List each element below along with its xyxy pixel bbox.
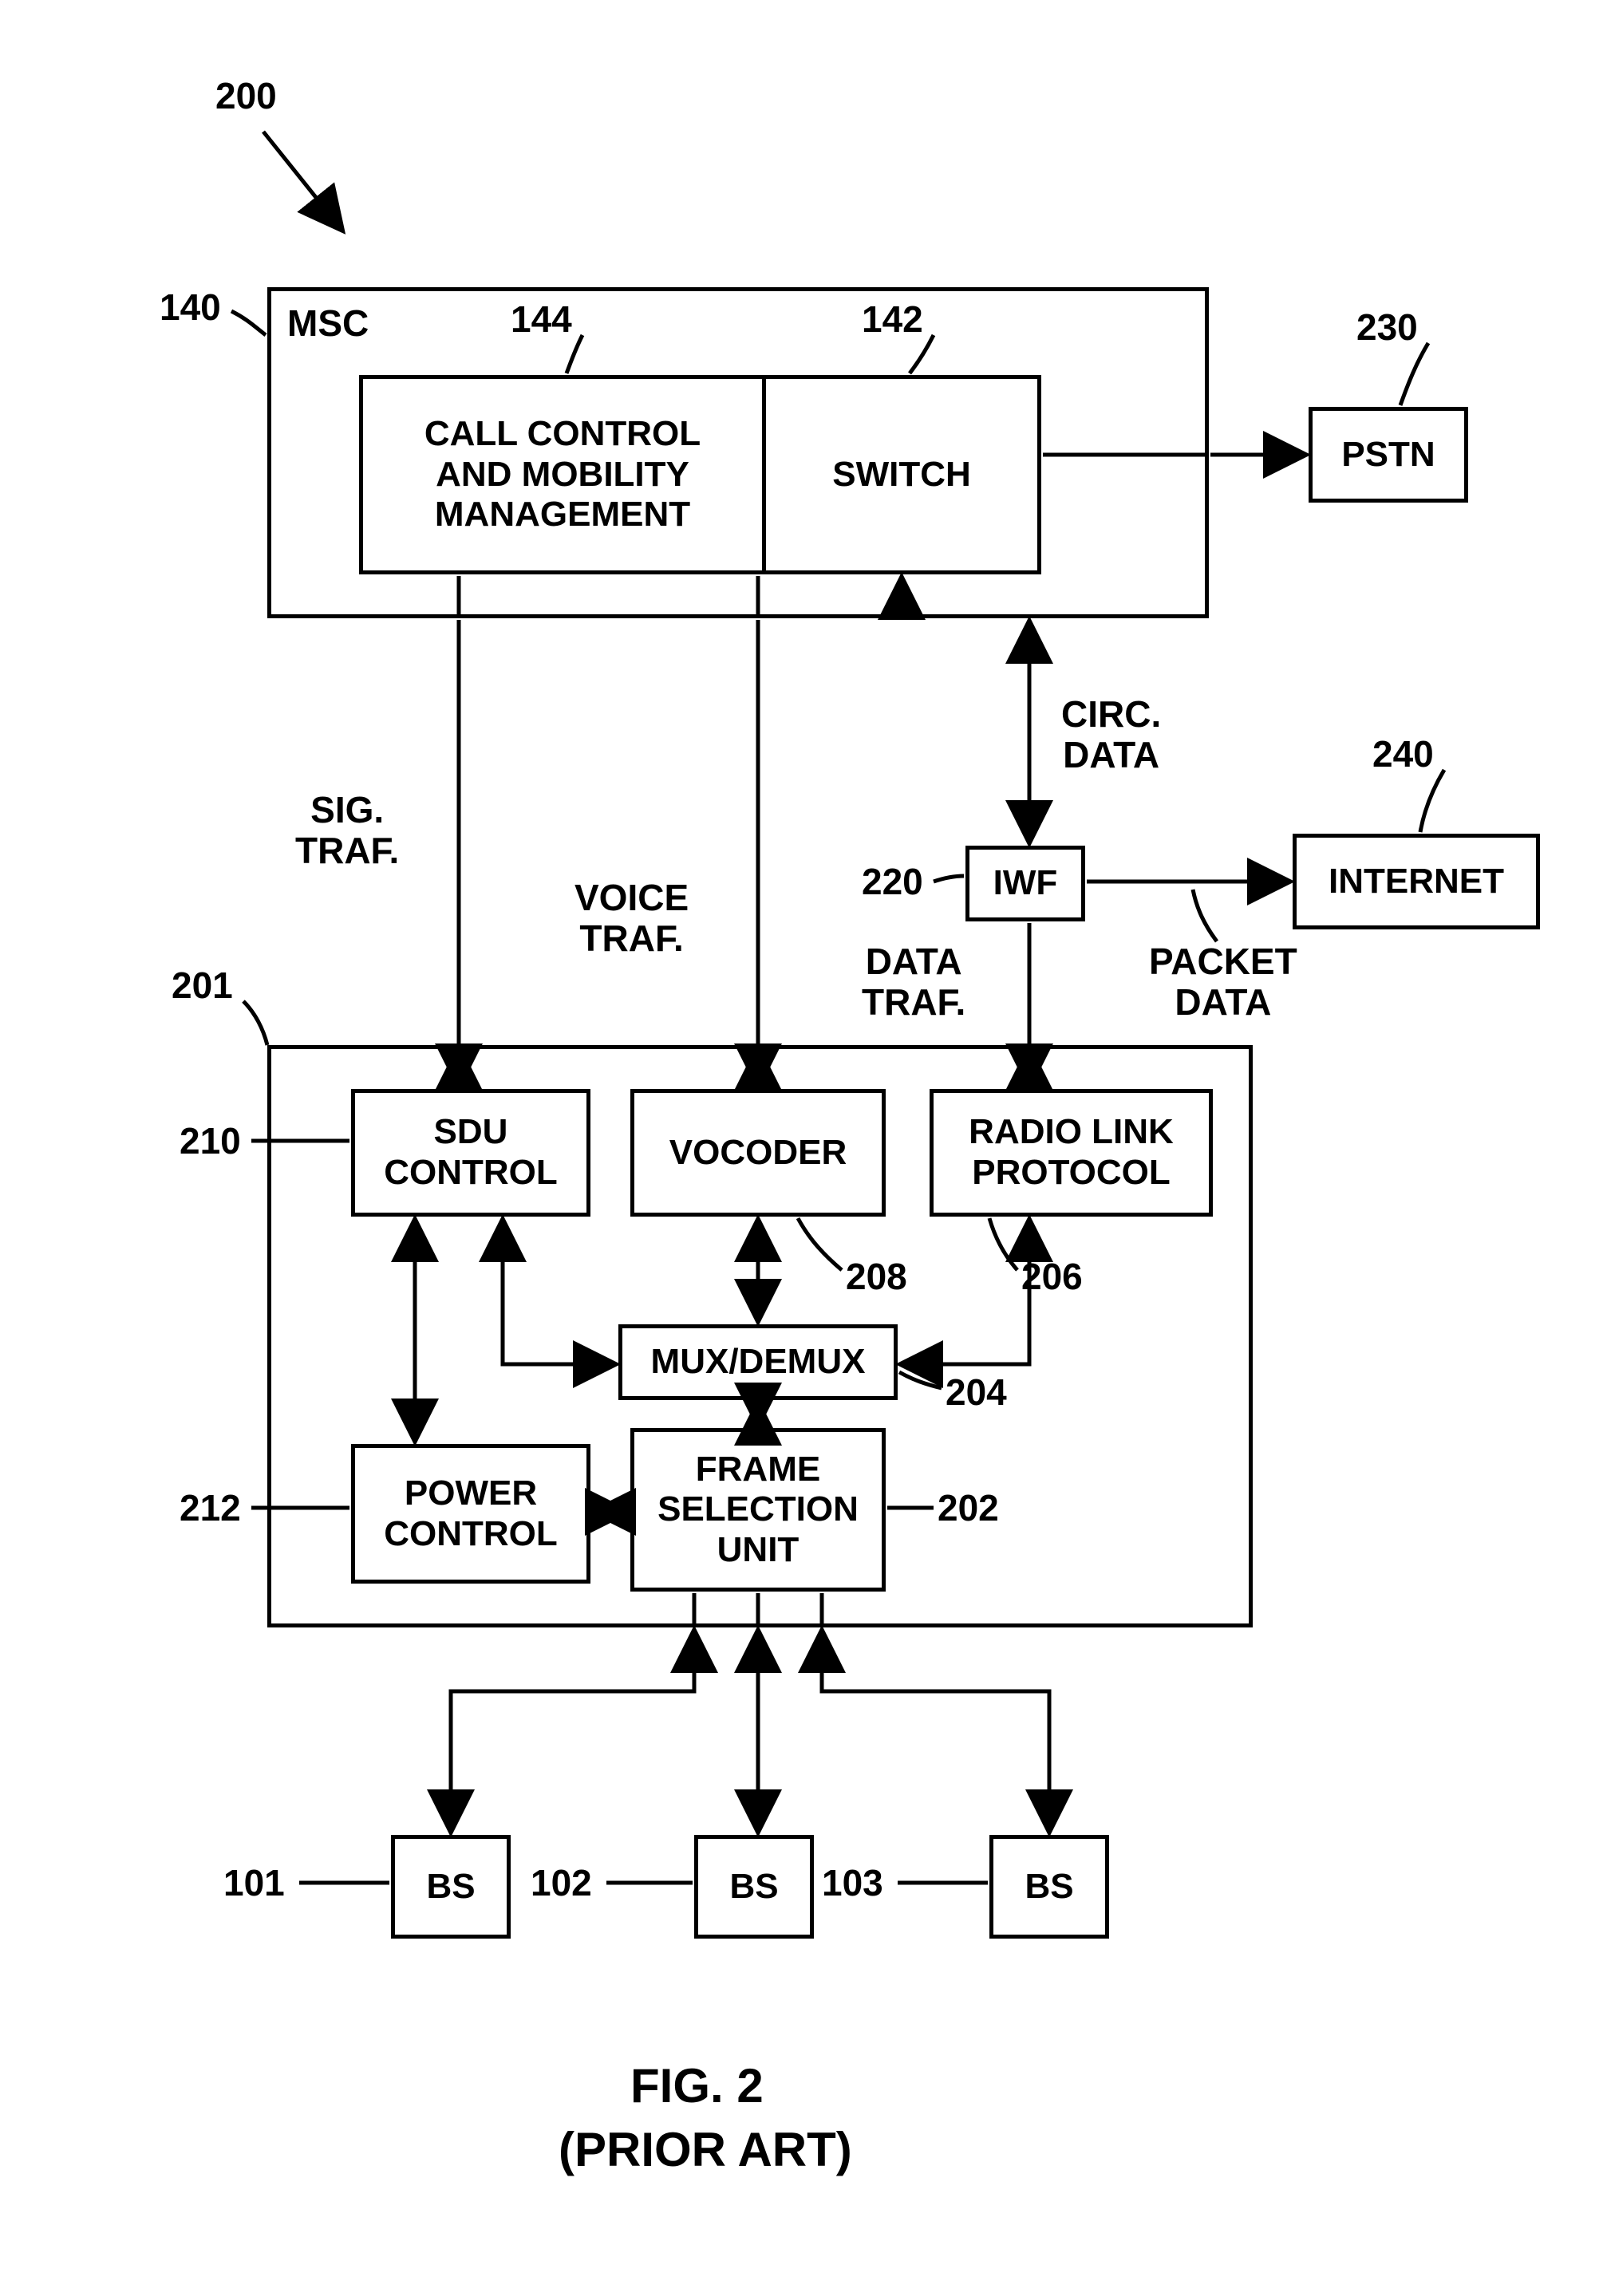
internet-box: INTERNET [1293,834,1540,929]
bs-ref-3: 103 [822,1863,883,1903]
internet-ref: 240 [1372,734,1434,775]
bs-label-2: BS [729,1867,778,1907]
vocoder-ref: 208 [846,1256,907,1297]
fig-ref: 200 [215,76,277,116]
sdu-group-ref: 201 [172,965,233,1006]
pstn-label: PSTN [1341,435,1435,475]
vocoder-box: VOCODER [630,1089,886,1217]
pstn-ref: 230 [1356,307,1418,348]
packet-data-label: PACKET DATA [1149,941,1297,1022]
bs-ref-1: 101 [223,1863,285,1903]
voice-traf-label: VOICE TRAF. [574,878,689,958]
iwf-box: IWF [965,846,1085,921]
power-control-box: POWER CONTROL [351,1444,590,1584]
power-control-ref: 212 [180,1488,241,1529]
bs-label-3: BS [1025,1867,1073,1907]
msc-label: MSC [287,303,369,344]
pstn-box: PSTN [1309,407,1468,503]
fsu-label: FRAME SELECTION UNIT [657,1450,859,1571]
iwf-label: IWF [993,863,1058,904]
internet-label: INTERNET [1329,862,1504,902]
sdu-control-ref: 210 [180,1121,241,1162]
switch-label: SWITCH [832,455,971,495]
circ-data-label: CIRC. DATA [1061,694,1161,775]
sdu-control-label: SDU CONTROL [384,1112,558,1193]
call-control-label: CALL CONTROL AND MOBILITY MANAGEMENT [424,414,701,535]
figure-title: FIG. 2 [630,2058,764,2113]
fsu-box: FRAME SELECTION UNIT [630,1428,886,1592]
bs-label-1: BS [426,1867,475,1907]
rlp-box: RADIO LINK PROTOCOL [930,1089,1213,1217]
rlp-ref: 206 [1021,1256,1083,1297]
sig-traf-label: SIG. TRAF. [295,790,399,870]
mux-ref: 204 [946,1372,1007,1413]
bs-box-1: BS [391,1835,511,1939]
bs-box-3: BS [989,1835,1109,1939]
fsu-ref: 202 [938,1488,999,1529]
bs-ref-2: 102 [531,1863,592,1903]
msc-ref: 140 [160,287,221,328]
switch-ref: 142 [862,299,923,340]
vocoder-label: VOCODER [669,1133,847,1174]
call-control-ref: 144 [511,299,572,340]
figure-subtitle: (PRIOR ART) [559,2122,852,2177]
call-control-box: CALL CONTROL AND MOBILITY MANAGEMENT [359,375,766,574]
iwf-ref: 220 [862,862,923,902]
rlp-label: RADIO LINK PROTOCOL [969,1112,1174,1193]
mux-box: MUX/DEMUX [618,1324,898,1400]
sdu-control-box: SDU CONTROL [351,1089,590,1217]
data-traf-label: DATA TRAF. [862,941,965,1022]
mux-label: MUX/DEMUX [651,1342,866,1383]
bs-box-2: BS [694,1835,814,1939]
power-control-label: POWER CONTROL [384,1473,558,1554]
switch-box: SWITCH [762,375,1041,574]
